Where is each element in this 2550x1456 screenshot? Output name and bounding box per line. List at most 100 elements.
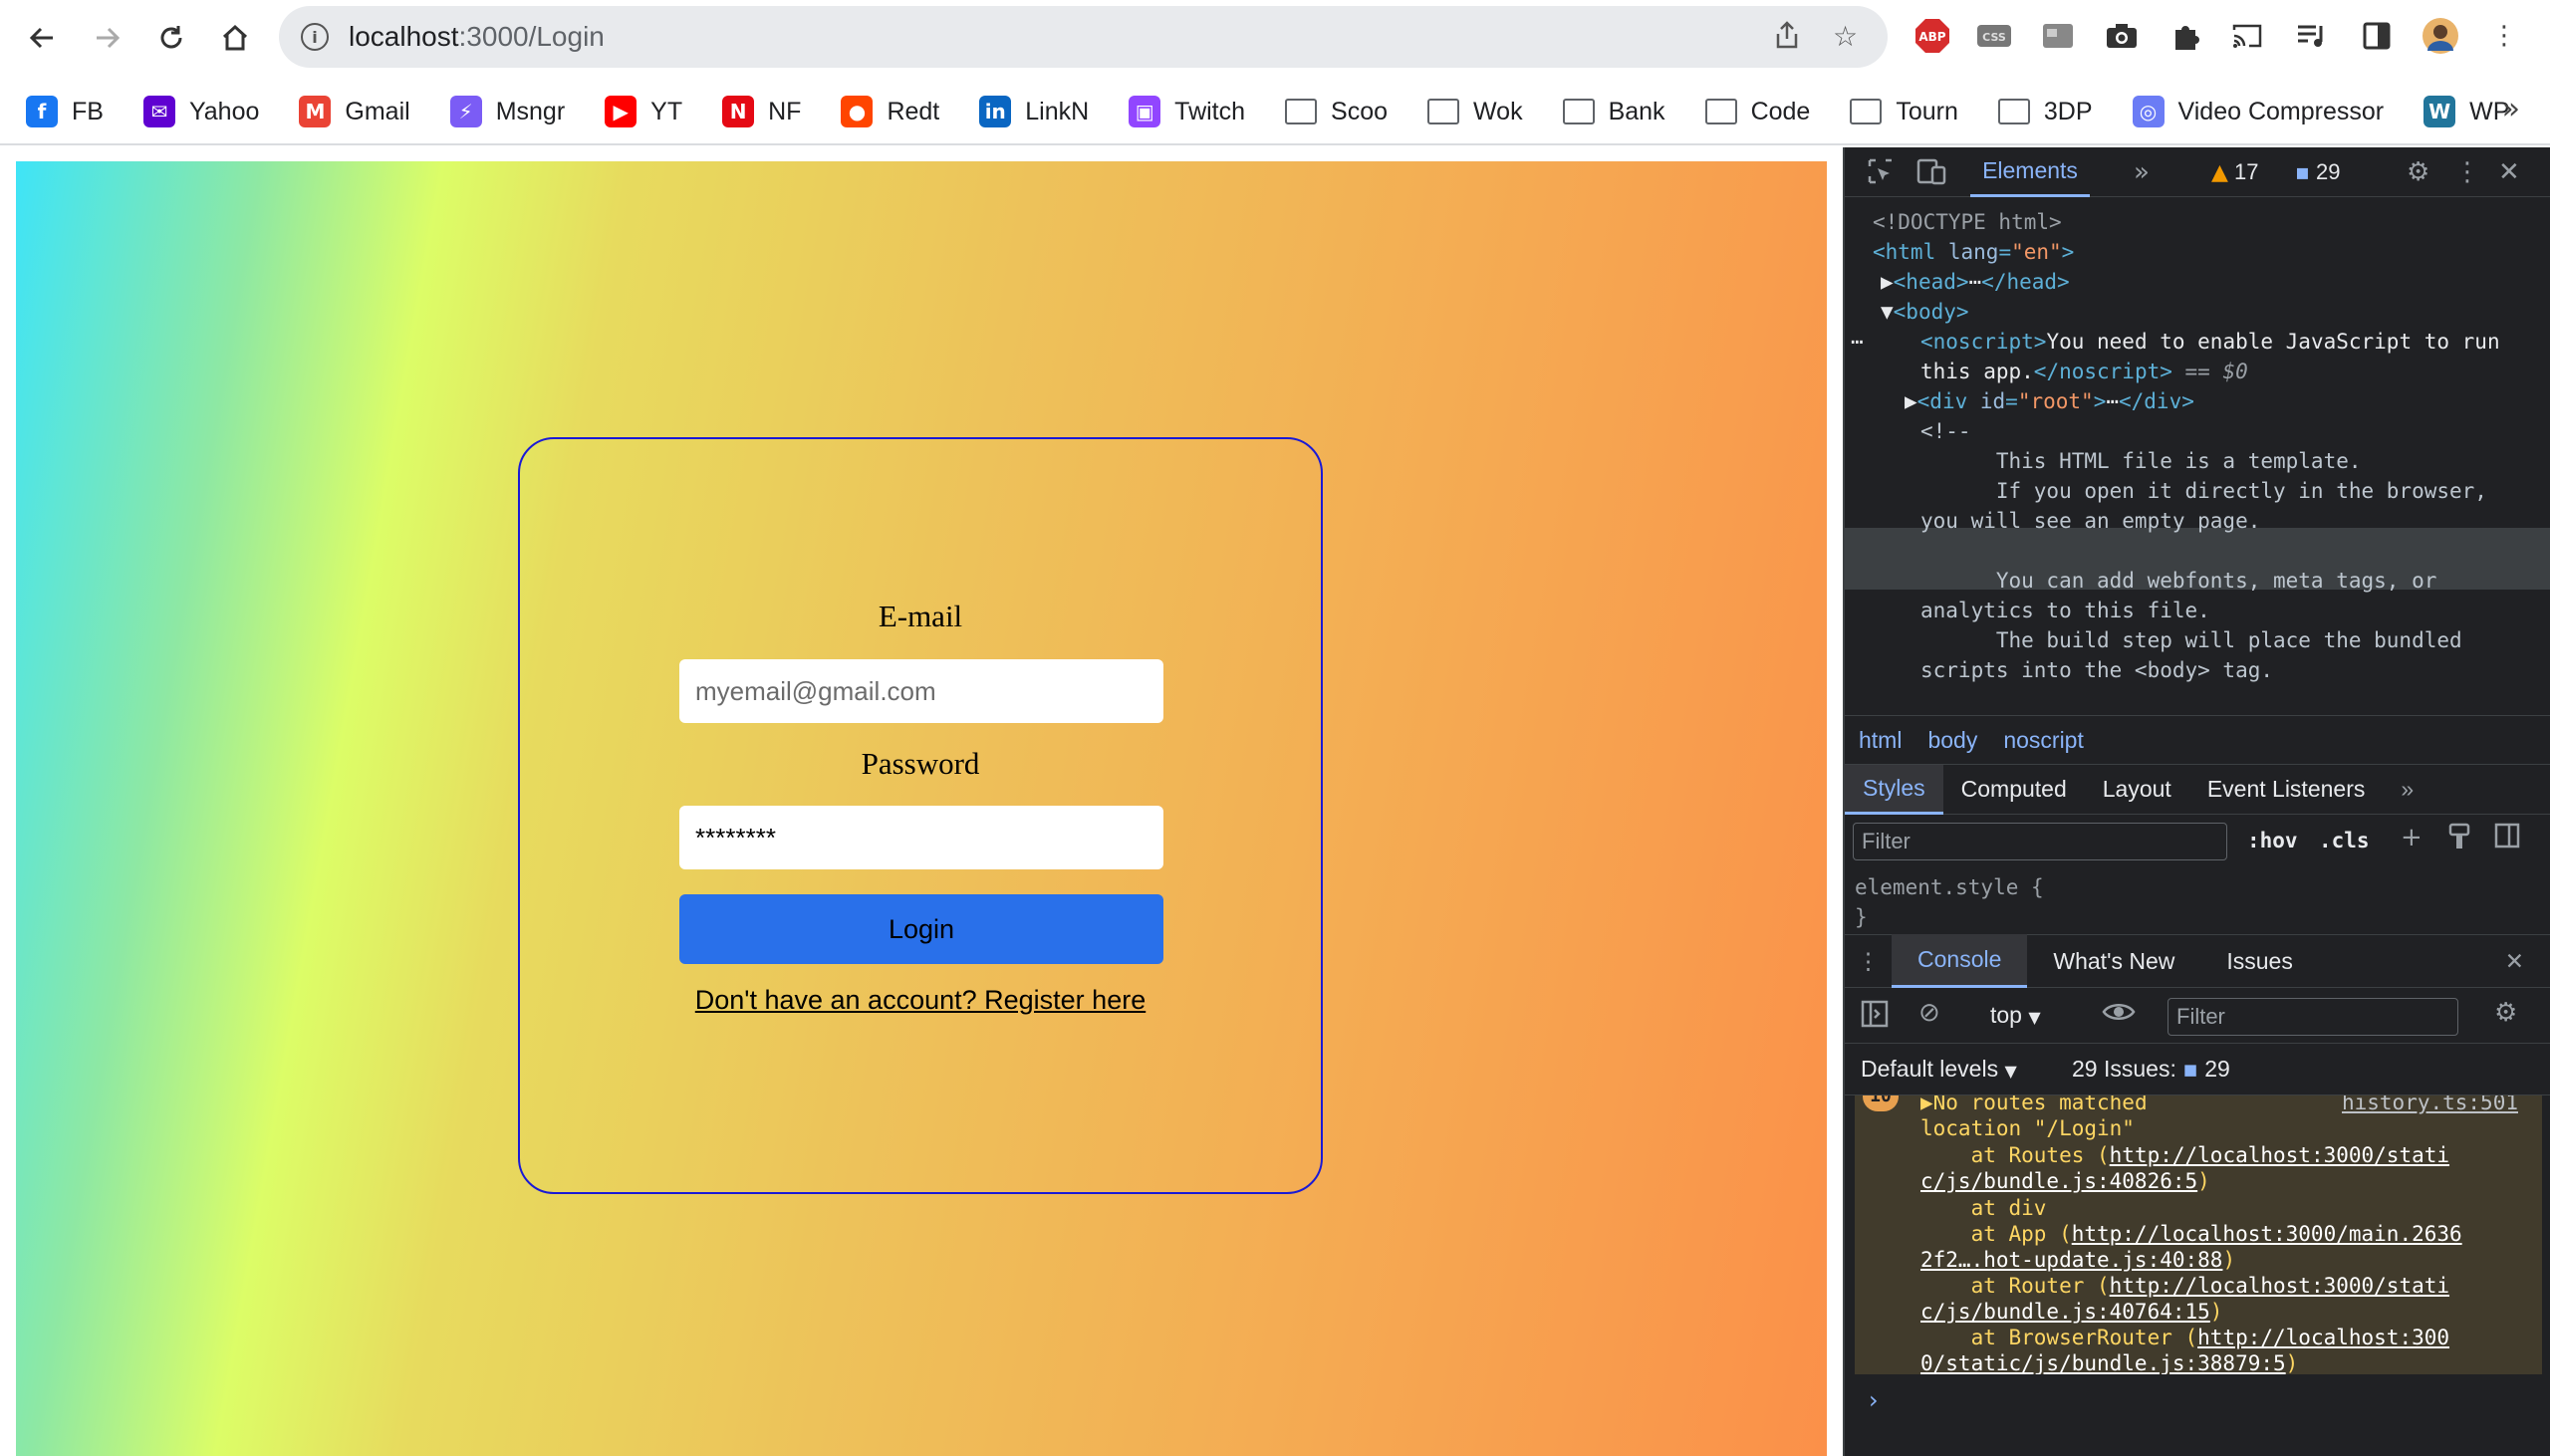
- issues-counter[interactable]: 29 Issues: ▪ 29: [2072, 1056, 2230, 1083]
- css-extension-icon[interactable]: CSS: [1974, 16, 2014, 56]
- head-node[interactable]: ▶<head>⋯</head>: [1881, 267, 2070, 298]
- expand-arrow-icon[interactable]: ▶: [1881, 270, 1894, 294]
- back-arrow-icon[interactable]: [20, 16, 64, 60]
- drawer-menu-icon[interactable]: ⋮: [1845, 934, 1892, 988]
- body-node[interactable]: ▼<body>: [1881, 297, 1969, 328]
- context-selector[interactable]: top ▼: [1990, 1002, 2041, 1029]
- console-filter-input[interactable]: Filter: [2168, 998, 2458, 1036]
- browser-menu-icon[interactable]: ⋮: [2484, 16, 2524, 56]
- breadcrumb-noscript[interactable]: noscript: [2003, 727, 2084, 754]
- bookmark-video-compressor[interactable]: ◎ Video Compressor: [2132, 96, 2384, 127]
- warnings-counter[interactable]: ▲ 17: [2211, 159, 2259, 185]
- messages-counter[interactable]: ▪ 29: [2295, 159, 2341, 185]
- bookmark-bank[interactable]: Bank: [1562, 98, 1665, 126]
- tab-styles[interactable]: Styles: [1845, 764, 1943, 815]
- stack-link[interactable]: http://localhost:3000/stati: [2110, 1274, 2449, 1298]
- extensions-puzzle-icon[interactable]: [2166, 16, 2205, 56]
- bookmark-wok[interactable]: Wok: [1427, 98, 1523, 126]
- breadcrumb-html[interactable]: html: [1859, 727, 1902, 754]
- inspect-element-icon[interactable]: [1867, 157, 1895, 192]
- home-icon[interactable]: [213, 16, 257, 60]
- media-queue-icon[interactable]: [2291, 16, 2331, 56]
- console-settings-gear-icon[interactable]: ⚙: [2494, 998, 2517, 1028]
- bookmark-gmail[interactable]: M Gmail: [299, 96, 410, 127]
- root-div-node[interactable]: ▶<div id="root">⋯</div>: [1905, 386, 2194, 417]
- reload-icon[interactable]: [149, 16, 193, 60]
- tab-event-listeners[interactable]: Event Listeners: [2189, 765, 2384, 815]
- device-toolbar-icon[interactable]: [1916, 157, 1946, 192]
- warning-source-link[interactable]: history.ts:501: [2342, 1095, 2518, 1116]
- console-sidebar-icon[interactable]: [1861, 1000, 1889, 1035]
- stack-link[interactable]: c/js/bundle.js:40764:15: [1920, 1300, 2210, 1324]
- side-panel-icon[interactable]: [2357, 16, 2397, 56]
- bookmarks-more-icon[interactable]: »: [2502, 92, 2520, 126]
- devtools-menu-icon[interactable]: ⋮: [2454, 157, 2480, 187]
- expand-arrow-icon[interactable]: ▶: [1920, 1095, 1933, 1114]
- stack-link[interactable]: http://localhost:300: [2197, 1326, 2449, 1349]
- clear-console-icon[interactable]: ⊘: [1918, 998, 1940, 1028]
- more-tabs-icon[interactable]: »: [2134, 157, 2150, 187]
- paint-brush-icon[interactable]: [2448, 823, 2470, 857]
- comment-open[interactable]: <!--: [1920, 416, 1971, 447]
- noscript-node-cont[interactable]: this app.</noscript> == $0: [1920, 357, 2248, 387]
- stack-link[interactable]: http://localhost:3000/stati: [2110, 1143, 2449, 1167]
- bookmark-redt[interactable]: ● Redt: [841, 96, 939, 127]
- bookmark-yt[interactable]: ▶ YT: [605, 96, 682, 127]
- site-info-icon[interactable]: i: [301, 23, 329, 51]
- share-icon[interactable]: [1773, 20, 1801, 57]
- email-input[interactable]: myemail@gmail.com: [679, 659, 1163, 723]
- settings-gear-icon[interactable]: ⚙: [2407, 157, 2429, 187]
- tab-console[interactable]: Console: [1892, 934, 2028, 988]
- tab-issues[interactable]: Issues: [2200, 934, 2318, 988]
- default-levels-dropdown[interactable]: Default levels ▼: [1861, 1056, 2017, 1083]
- tab-layout[interactable]: Layout: [2085, 765, 2189, 815]
- tab-elements[interactable]: Elements: [1970, 147, 2090, 197]
- breadcrumb-body[interactable]: body: [1927, 727, 1977, 754]
- noscript-node[interactable]: <noscript>You need to enable JavaScript …: [1920, 327, 2500, 358]
- stack-link[interactable]: http://localhost:3000/main.2636: [2072, 1222, 2462, 1246]
- doctype-line[interactable]: <!DOCTYPE html>: [1873, 207, 2062, 238]
- hov-toggle[interactable]: :hov: [2247, 829, 2298, 852]
- new-style-rule-icon[interactable]: +: [2401, 823, 2422, 852]
- login-button[interactable]: Login: [679, 894, 1163, 964]
- register-link[interactable]: Don't have an account? Register here: [520, 985, 1321, 1016]
- toggle-sidebar-icon[interactable]: [2494, 823, 2520, 855]
- bookmark-star-icon[interactable]: ☆: [1833, 20, 1858, 53]
- stack-link[interactable]: c/js/bundle.js:40826:5: [1920, 1169, 2197, 1193]
- live-expression-eye-icon[interactable]: [2102, 998, 2136, 1033]
- close-devtools-icon[interactable]: ✕: [2498, 157, 2520, 187]
- bookmark-fb[interactable]: f FB: [26, 96, 104, 127]
- console-prompt-icon[interactable]: ›: [1869, 1386, 1879, 1414]
- ellipsis-icon[interactable]: ⋯: [2106, 389, 2119, 413]
- collapse-arrow-icon[interactable]: ▼: [1881, 300, 1894, 324]
- html-node[interactable]: <html lang="en">: [1873, 237, 2074, 268]
- image-extension-icon[interactable]: [2038, 16, 2078, 56]
- expand-arrow-icon[interactable]: ▶: [1905, 389, 1917, 413]
- cast-icon[interactable]: [2227, 16, 2267, 56]
- forward-arrow-icon[interactable]: [86, 16, 129, 60]
- node-more-icon[interactable]: ⋯: [1851, 327, 1864, 358]
- stack-link[interactable]: 2f2….hot-update.js:40:88: [1920, 1248, 2222, 1272]
- bookmark-twitch[interactable]: ▣ Twitch: [1129, 96, 1245, 127]
- adblock-plus-icon[interactable]: ABP: [1912, 16, 1952, 56]
- bookmark-tourn[interactable]: Tourn: [1850, 98, 1958, 126]
- bookmark-3dp[interactable]: 3DP: [1997, 98, 2093, 126]
- bookmark-code[interactable]: Code: [1704, 98, 1810, 126]
- cls-toggle[interactable]: .cls: [2319, 829, 2370, 852]
- bookmark-linkn[interactable]: in LinkN: [979, 96, 1089, 127]
- close-drawer-icon[interactable]: ✕: [2479, 934, 2550, 988]
- warning-line-1[interactable]: ▶No routes matched: [1920, 1095, 2148, 1116]
- profile-avatar[interactable]: [2421, 16, 2460, 56]
- stack-link[interactable]: 0/static/js/bundle.js:38879:5: [1920, 1351, 2286, 1374]
- tab-computed[interactable]: Computed: [1943, 765, 2085, 815]
- ellipsis-icon[interactable]: ⋯: [1969, 270, 1982, 294]
- address-bar[interactable]: i localhost:3000/Login ☆: [279, 6, 1888, 68]
- password-input[interactable]: ********: [679, 806, 1163, 869]
- tab-whats-new[interactable]: What's New: [2027, 934, 2200, 988]
- element-style-rule[interactable]: element.style { }: [1855, 872, 2044, 932]
- bookmark-yahoo[interactable]: ✉ Yahoo: [142, 96, 259, 127]
- screenshot-camera-icon[interactable]: [2102, 16, 2142, 56]
- bookmark-nf[interactable]: N NF: [722, 96, 801, 127]
- bookmark-scoo[interactable]: Scoo: [1285, 98, 1388, 126]
- bookmark-msngr[interactable]: ⚡ Msngr: [449, 96, 565, 127]
